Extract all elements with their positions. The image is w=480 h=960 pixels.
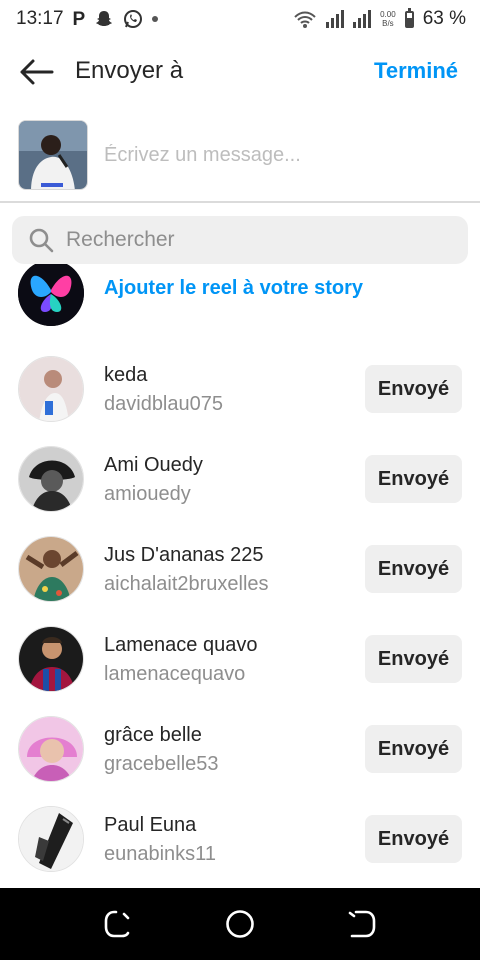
- sent-button[interactable]: Envoyé: [365, 365, 462, 413]
- network-speed-value: 0.00: [380, 10, 396, 19]
- message-input[interactable]: [104, 138, 454, 172]
- search-icon: [29, 228, 54, 253]
- status-time: 13:17: [16, 8, 64, 29]
- contact-row: Ami Ouedy amiouedy Envoyé: [0, 446, 480, 516]
- network-speed-unit: B/s: [382, 19, 394, 28]
- done-button[interactable]: Terminé: [374, 58, 458, 84]
- status-right: 0.00 B/s 63 %: [293, 7, 466, 30]
- battery-level: 63 %: [422, 8, 466, 29]
- contact-name: Jus D'ananas 225: [104, 544, 264, 566]
- sent-button[interactable]: Envoyé: [365, 635, 462, 683]
- contact-username: amiouedy: [104, 483, 191, 505]
- recipient-list: Ajouter le reel à votre story keda david…: [0, 264, 480, 888]
- contact-name: Paul Euna: [104, 814, 197, 836]
- contact-username: davidblau075: [104, 393, 223, 415]
- add-to-story-row[interactable]: Ajouter le reel à votre story: [0, 264, 480, 326]
- network-speed: 0.00 B/s: [380, 10, 396, 28]
- sent-button[interactable]: Envoyé: [365, 815, 462, 863]
- whatsapp-icon: [124, 10, 143, 28]
- app-p-icon: P: [72, 8, 86, 30]
- notification-dot: [152, 16, 159, 22]
- contact-name: Ami Ouedy: [104, 454, 203, 476]
- signal-icon-2: [353, 10, 372, 28]
- avatar[interactable]: [18, 356, 84, 422]
- contact-name: keda: [104, 364, 148, 386]
- contact-username: eunabinks11: [104, 843, 216, 865]
- sent-button[interactable]: Envoyé: [365, 455, 462, 503]
- battery-icon: [404, 7, 414, 28]
- search-bar[interactable]: [12, 216, 468, 264]
- message-composer: [0, 118, 480, 194]
- search-input[interactable]: [66, 225, 446, 255]
- sent-button[interactable]: Envoyé: [365, 725, 462, 773]
- contact-row: Jus D'ananas 225 aichalait2bruxelles Env…: [0, 536, 480, 606]
- contact-row: grâce belle gracebelle53 Envoyé: [0, 716, 480, 786]
- avatar[interactable]: [18, 626, 84, 692]
- header: Envoyer à Terminé: [0, 44, 480, 100]
- contact-row: keda davidblau075 Envoyé: [0, 356, 480, 426]
- add-to-story-label[interactable]: Ajouter le reel à votre story: [104, 277, 363, 300]
- contact-name: Lamenace quavo: [104, 634, 258, 656]
- status-bar: 13:17 P 0.00 B/s 63 %: [0, 0, 480, 38]
- contact-row: Paul Euna eunabinks11 Envoyé: [0, 806, 480, 876]
- signal-icon: [326, 10, 345, 28]
- status-left: 13:17 P: [16, 8, 159, 30]
- avatar[interactable]: [18, 806, 84, 872]
- reel-thumbnail: [18, 120, 88, 190]
- snapchat-icon: [96, 11, 113, 26]
- wifi-icon: [294, 11, 316, 28]
- avatar[interactable]: [18, 536, 84, 602]
- contact-row: Lamenace quavo lamenacequavo Envoyé: [0, 626, 480, 696]
- divider: [0, 201, 480, 203]
- back-button[interactable]: [16, 56, 56, 88]
- contact-username: gracebelle53: [104, 753, 219, 775]
- story-avatar: [18, 264, 84, 326]
- avatar[interactable]: [18, 716, 84, 782]
- sent-button[interactable]: Envoyé: [365, 545, 462, 593]
- home-button[interactable]: [222, 908, 258, 940]
- home-circle-icon: [226, 910, 254, 938]
- system-nav-bar: [0, 888, 480, 960]
- recents-icon: [104, 910, 130, 938]
- contact-username: aichalait2bruxelles: [104, 573, 269, 595]
- nav-back-icon: [348, 910, 376, 938]
- recents-button[interactable]: [102, 908, 138, 940]
- contact-username: lamenacequavo: [104, 663, 246, 685]
- page-title: Envoyer à: [75, 57, 184, 84]
- contact-name: grâce belle: [104, 724, 202, 746]
- system-back-button[interactable]: [342, 908, 378, 940]
- avatar[interactable]: [18, 446, 84, 512]
- arrow-left-icon: [20, 59, 54, 85]
